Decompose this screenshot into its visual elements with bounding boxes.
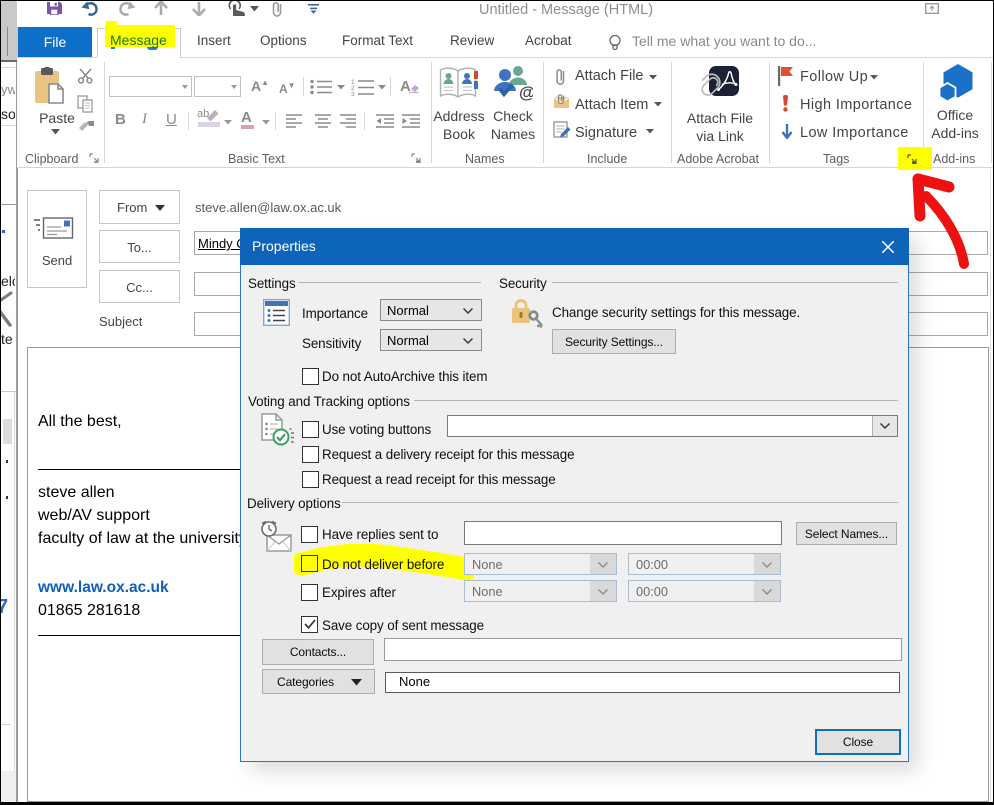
svg-text:@: @: [519, 83, 533, 101]
svg-text:3: 3: [351, 91, 355, 96]
